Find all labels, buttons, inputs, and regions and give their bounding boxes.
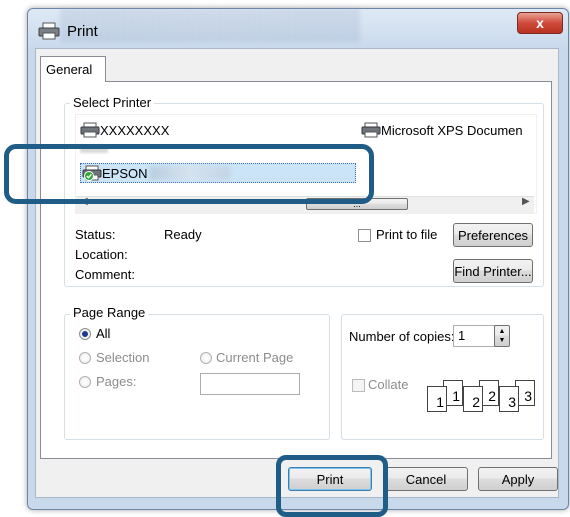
window-title: Print xyxy=(67,23,98,40)
status-value: Ready xyxy=(164,227,202,242)
radio-all[interactable] xyxy=(79,328,91,340)
collate-page-number: 2 xyxy=(488,388,496,404)
find-printer-button[interactable]: Find Printer... xyxy=(453,259,533,283)
select-printer-label: Select Printer xyxy=(70,95,155,110)
find-printer-button-label: Find Printer... xyxy=(454,263,532,279)
radio-all-label: All xyxy=(96,326,111,341)
blurred-background-strip xyxy=(60,8,360,42)
copies-input[interactable]: 1 xyxy=(453,325,495,347)
collate-page-number: 3 xyxy=(508,394,516,410)
scroll-right-icon[interactable]: ▶ xyxy=(522,196,530,207)
copies-spinner[interactable]: ▲ ▼ xyxy=(494,325,510,347)
collate-page-front-2: 2 xyxy=(463,386,483,412)
epson-row-content: EPSON xyxy=(82,164,148,182)
printer-item-xxxxxxxx[interactable]: XXXXXXXX xyxy=(80,120,169,140)
printer-icon xyxy=(361,122,381,138)
printer-name: EPSON xyxy=(102,165,148,181)
pages-input[interactable] xyxy=(200,373,300,395)
cancel-button-label: Cancel xyxy=(405,471,447,487)
apply-button-label: Apply xyxy=(501,471,535,487)
hidden-printer-item xyxy=(80,145,108,153)
collate-page-front-1: 1 xyxy=(427,386,447,412)
printer-name: XXXXXXXX xyxy=(100,122,170,138)
comment-label: Comment: xyxy=(75,267,135,282)
printer-icon xyxy=(80,122,100,138)
cancel-button[interactable]: Cancel xyxy=(384,467,468,491)
spin-down-icon[interactable]: ▼ xyxy=(499,336,506,345)
tab-general[interactable]: General xyxy=(40,56,106,82)
spin-up-icon[interactable]: ▲ xyxy=(499,327,506,336)
printer-icon xyxy=(38,22,60,43)
preferences-button-label: Preferences xyxy=(457,227,529,243)
collate-page-number: 2 xyxy=(472,394,480,410)
print-to-file-label: Print to file xyxy=(376,227,438,242)
scroll-left-icon[interactable]: ◀ xyxy=(80,196,88,207)
page-range-label: Page Range xyxy=(70,305,149,320)
collate-page-front-3: 3 xyxy=(499,386,519,412)
number-of-copies-label: Number of copies: xyxy=(349,329,455,344)
collate-label: Collate xyxy=(368,377,409,392)
collate-page-number: 1 xyxy=(436,394,444,410)
location-label: Location: xyxy=(75,247,128,262)
print-to-file-checkbox[interactable] xyxy=(358,229,371,242)
print-button[interactable]: Print xyxy=(288,467,372,491)
radio-pages[interactable] xyxy=(79,376,91,388)
radio-selection[interactable] xyxy=(79,352,91,364)
tab-label: General xyxy=(46,62,93,77)
printer-item-microsoft-xps[interactable]: Microsoft XPS Documen xyxy=(361,120,537,140)
scrollbar-thumb[interactable]: ... xyxy=(306,198,408,210)
collate-checkbox[interactable] xyxy=(352,379,365,392)
apply-button[interactable]: Apply xyxy=(478,467,558,491)
printer-name: Microsoft XPS Documen xyxy=(381,122,523,138)
radio-selection-label: Selection xyxy=(96,350,150,365)
collate-page-number: 1 xyxy=(452,388,460,404)
close-icon: x xyxy=(536,15,544,31)
radio-current-page-label: Current Page xyxy=(216,350,294,365)
printer-default-icon xyxy=(82,165,102,181)
close-button[interactable]: x xyxy=(517,12,563,34)
radio-current-page[interactable] xyxy=(200,352,212,364)
preferences-button[interactable]: Preferences xyxy=(453,223,533,247)
blurred-model-name xyxy=(150,166,230,180)
printer-list-scrollbar[interactable] xyxy=(76,196,534,213)
scrollbar-grip: ... xyxy=(353,199,361,209)
radio-pages-label: Pages: xyxy=(96,374,137,389)
copies-input-value: 1 xyxy=(458,328,466,343)
collate-page-number: 3 xyxy=(524,388,532,404)
print-button-label: Print xyxy=(316,471,344,487)
status-label: Status: xyxy=(75,227,116,242)
